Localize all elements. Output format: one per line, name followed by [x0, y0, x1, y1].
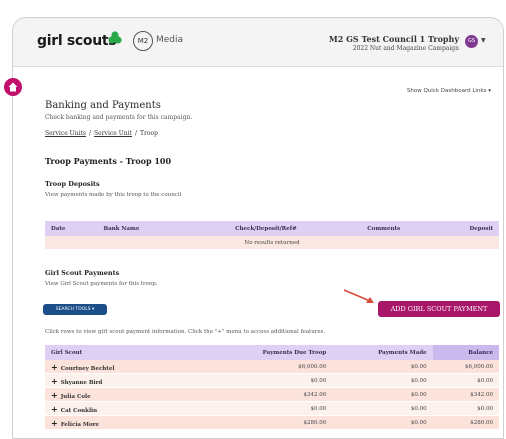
payments-made-value: $0.00: [332, 373, 433, 388]
m2-media-logo[interactable]: M2: [133, 31, 153, 51]
plus-icon[interactable]: +: [51, 390, 58, 400]
payments-made-value: $0.00: [332, 360, 433, 374]
media-label: Media: [156, 35, 184, 45]
search-tools-button[interactable]: SEARCH TOOLS ▾: [43, 304, 107, 315]
troop-title: Troop Payments - Troop 100: [45, 156, 172, 166]
table-row[interactable]: + Shyanne Bird $0.00 $0.00 $0.00: [45, 373, 499, 388]
page-title: Banking and Payments: [45, 100, 161, 111]
arrow-icon: [343, 289, 374, 303]
home-button[interactable]: [4, 78, 22, 96]
payments-hint: Click rows to view girl scout payment in…: [45, 329, 326, 335]
col-girl-scout[interactable]: Girl Scout: [45, 345, 207, 360]
deposits-title: Troop Deposits: [45, 180, 100, 188]
payments-due-value: $0.00: [207, 401, 333, 416]
col-payments-due-troop[interactable]: Payments Due Troop: [207, 345, 333, 360]
payments-due-value: $342.00: [207, 387, 333, 402]
table-row[interactable]: + Cat Conklin $0.00 $0.00 $0.00: [45, 401, 499, 416]
add-girl-scout-payment-button[interactable]: ADD GIRL SCOUT PAYMENT: [378, 301, 500, 317]
gs-payments-title: Girl Scout Payments: [45, 269, 120, 277]
payments-due-value: $6,000.00: [207, 360, 333, 374]
table-row[interactable]: + Courtney Bechtel $6,000.00 $0.00 $6,000…: [45, 360, 499, 374]
council-name: M2 GS Test Council 1 Trophy: [328, 34, 459, 44]
page-subtitle: Check banking and payments for this camp…: [45, 114, 193, 121]
home-icon: [8, 82, 18, 92]
breadcrumb-service-unit[interactable]: Service Unit: [94, 130, 132, 137]
balance-value: $342.00: [432, 387, 499, 402]
user-avatar[interactable]: GS: [465, 35, 478, 48]
col-comments[interactable]: Comments: [339, 221, 429, 236]
deposits-table: Date Bank Name Check/Deposit/Ref# Commen…: [45, 221, 499, 249]
breadcrumb: Service Units / Service Unit / Troop: [45, 130, 158, 137]
top-header: girl scouts M2 Media M2 GS Test Council …: [13, 18, 503, 67]
balance-value: $6,000.00: [432, 360, 499, 374]
campaign-name: 2022 Nut and Magazine Campaign: [352, 45, 459, 52]
payments-header-row: Girl Scout Payments Due Troop Payments M…: [45, 345, 499, 360]
deposits-subtitle: View payments made by this troop to the …: [45, 192, 182, 198]
trefoil-icon: [108, 31, 122, 44]
no-results-text: No results returned: [45, 236, 499, 249]
payments-made-value: $0.00: [332, 401, 433, 416]
girl-scout-name: Shyanne Bird: [60, 379, 103, 386]
payments-made-value: $0.00: [332, 387, 433, 402]
deposits-header-row: Date Bank Name Check/Deposit/Ref# Commen…: [45, 221, 499, 236]
balance-value: $0.00: [432, 373, 499, 388]
gs-payments-subtitle: View Girl Scout payments for this troop.: [45, 281, 158, 287]
col-balance[interactable]: Balance: [432, 345, 499, 360]
plus-icon[interactable]: +: [51, 376, 58, 386]
payments-due-value: $0.00: [207, 373, 333, 388]
col-check-deposit-ref[interactable]: Check/Deposit/Ref#: [192, 221, 340, 236]
breadcrumb-separator: /: [134, 130, 137, 137]
app-window: girl scouts M2 Media M2 GS Test Council …: [12, 17, 504, 439]
table-row[interactable]: + Felicia More $280.00 $0.00 $280.00: [45, 415, 499, 430]
girl-scout-name: Courtney Bechtel: [60, 365, 115, 372]
quick-dashboard-links[interactable]: Show Quick Dashboard Links ▾: [407, 88, 491, 94]
col-bank-name[interactable]: Bank Name: [97, 221, 193, 236]
plus-icon[interactable]: +: [51, 362, 58, 372]
girl-scout-name: Julia Cole: [60, 393, 91, 400]
plus-icon[interactable]: +: [51, 418, 58, 428]
table-row[interactable]: + Julia Cole $342.00 $0.00 $342.00: [45, 387, 499, 402]
breadcrumb-troop: Troop: [139, 130, 158, 137]
payments-made-value: $0.00: [332, 415, 433, 430]
col-payments-made[interactable]: Payments Made: [332, 345, 433, 360]
chevron-down-icon[interactable]: ▼: [481, 37, 486, 44]
girl-scouts-logo[interactable]: girl scouts: [37, 33, 117, 49]
payments-due-value: $280.00: [207, 415, 333, 430]
girl-scout-name: Felicia More: [60, 421, 100, 428]
payments-table: Girl Scout Payments Due Troop Payments M…: [45, 345, 499, 430]
girl-scout-name: Cat Conklin: [60, 407, 98, 414]
col-deposit[interactable]: Deposit: [428, 221, 499, 236]
breadcrumb-separator: /: [89, 130, 92, 137]
balance-value: $280.00: [432, 415, 499, 430]
balance-value: $0.00: [432, 401, 499, 416]
col-date[interactable]: Date: [45, 221, 98, 236]
deposits-empty-row: No results returned: [45, 236, 499, 249]
breadcrumb-service-units[interactable]: Service Units: [45, 130, 86, 137]
plus-icon[interactable]: +: [51, 404, 58, 414]
